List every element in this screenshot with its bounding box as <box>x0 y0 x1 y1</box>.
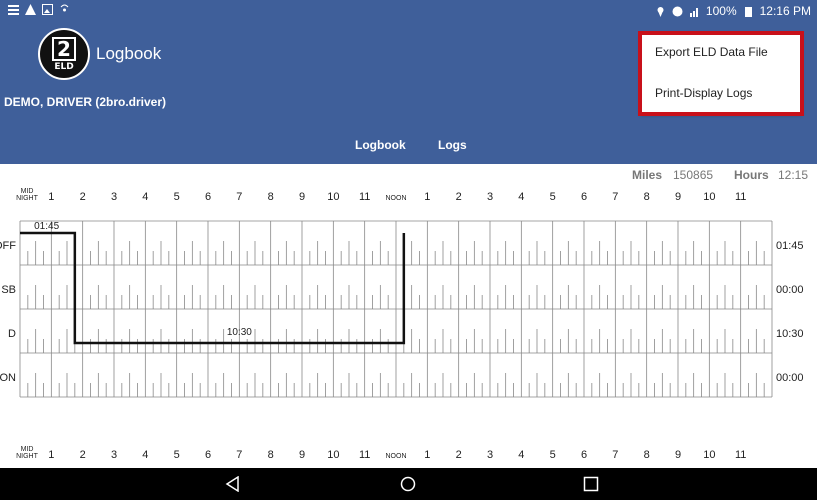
hour-label-top: 9 <box>299 191 305 203</box>
hour-label-top: 4 <box>518 191 524 203</box>
hour-label-top: 1 <box>424 191 430 203</box>
driver-name: DEMO, DRIVER (2bro.driver) <box>4 95 167 109</box>
hour-label-top: 5 <box>174 191 180 203</box>
row-total-d: 10:30 <box>776 328 804 340</box>
row-total-sb: 00:00 <box>776 284 804 296</box>
hour-label-bottom: 3 <box>111 449 117 460</box>
hour-label-bottom: 4 <box>518 449 524 460</box>
signal-icon <box>689 7 698 17</box>
row-label-sb: SB <box>1 284 16 296</box>
nav-bar <box>0 468 817 500</box>
tab-bar: Logbook Logs <box>0 132 817 166</box>
hour-label-bottom: 8 <box>268 449 274 460</box>
hour-label-bottom: 8 <box>644 449 650 460</box>
hour-label-top: 9 <box>675 191 681 203</box>
hour-label-top: 3 <box>111 191 117 203</box>
hours-value: 12:15 <box>778 168 809 182</box>
hour-label-top: NOON <box>386 195 407 202</box>
menu-highlight-box <box>638 31 804 116</box>
battery-icon <box>744 6 752 17</box>
hour-label-top: 1 <box>48 191 54 203</box>
back-icon[interactable] <box>225 476 241 492</box>
midnight-label-bottom-2: NIGHT <box>16 453 39 460</box>
warning-icon <box>25 4 36 15</box>
status-bar: 100% 12:16 PM <box>0 0 817 24</box>
midnight-label-top: MID <box>21 188 34 195</box>
menu-icon <box>8 5 19 15</box>
hour-label-top: 11 <box>359 191 370 203</box>
home-icon[interactable] <box>400 476 416 492</box>
log-grid: MIDNIGHT 1 2 3 4 5 6 7 8 9 10 11 NOON 1 2 3 4 5 6 7 8 9 10 11MI… <box>0 188 804 460</box>
sync-icon <box>672 6 683 16</box>
status-right: 100% 12:16 PM <box>655 4 811 18</box>
hour-label-bottom: 6 <box>581 449 587 460</box>
hour-label-bottom: 1 <box>424 449 430 460</box>
clock: 12:16 PM <box>759 4 811 18</box>
row-label-d: D <box>8 328 16 340</box>
midnight-label-top-2: NIGHT <box>16 195 39 202</box>
duration-label-d: 10:30 <box>227 327 252 338</box>
hour-label-top: 4 <box>142 191 148 203</box>
logo-eld: ELD <box>54 61 74 72</box>
hour-label-bottom: 9 <box>675 449 681 460</box>
hour-label-top: 10 <box>703 191 715 203</box>
recents-icon[interactable] <box>583 476 599 492</box>
hour-label-top: 8 <box>268 191 274 203</box>
hour-label-top: 7 <box>236 191 242 203</box>
hour-label-bottom: 6 <box>205 449 211 460</box>
image-icon <box>42 4 53 15</box>
hour-label-bottom: 9 <box>299 449 305 460</box>
hour-label-bottom: 5 <box>550 449 556 460</box>
hour-label-bottom: 11 <box>735 449 746 460</box>
hour-label-bottom: 5 <box>174 449 180 460</box>
tab-logbook[interactable]: Logbook <box>349 138 412 166</box>
screen: 100% 12:16 PM 2 ELD Logbook DEMO, DRIVER… <box>0 0 817 500</box>
hour-label-bottom: 3 <box>487 449 493 460</box>
hour-label-bottom: 2 <box>456 449 462 460</box>
hours-label: Hours <box>734 168 769 182</box>
hour-label-bottom: 7 <box>236 449 242 460</box>
row-total-off: 01:45 <box>776 240 804 252</box>
hour-label-top: 5 <box>550 191 556 203</box>
hour-label-top: 2 <box>80 191 86 203</box>
hour-label-bottom: 7 <box>612 449 618 460</box>
miles-value: 150865 <box>673 168 714 182</box>
row-total-on: 00:00 <box>776 372 804 384</box>
logo-number: 2 <box>52 36 76 61</box>
hour-label-bottom: 1 <box>48 449 54 460</box>
hour-label-top: 8 <box>644 191 650 203</box>
hotspot-icon <box>60 4 69 12</box>
hour-label-top: 6 <box>205 191 211 203</box>
miles-label: Miles <box>632 168 663 182</box>
hour-label-top: 6 <box>581 191 587 203</box>
row-label-off: OFF <box>0 240 16 252</box>
midnight-label-bottom: MID <box>21 446 34 453</box>
hour-label-bottom: 4 <box>142 449 148 460</box>
location-icon <box>657 6 664 17</box>
battery-percent: 100% <box>705 4 737 18</box>
hour-label-top: 3 <box>487 191 493 203</box>
hour-label-top: 10 <box>327 191 339 203</box>
hour-label-bottom: 2 <box>80 449 86 460</box>
stats-row: Miles 150865 Hours 12:15 <box>0 164 817 186</box>
row-label-on: ON <box>0 372 16 384</box>
hour-label-top: 2 <box>456 191 462 203</box>
app-logo: 2 ELD <box>38 28 90 80</box>
hour-label-top: 11 <box>735 191 746 203</box>
hour-label-bottom: 10 <box>703 449 715 460</box>
hour-label-bottom: 11 <box>359 449 370 460</box>
app-title: Logbook <box>96 44 162 63</box>
tab-logs[interactable]: Logs <box>438 138 467 152</box>
duration-label-off: 01:45 <box>34 221 59 232</box>
duty-status-line <box>20 231 406 345</box>
status-left <box>8 4 70 15</box>
hour-label-bottom: 10 <box>327 449 339 460</box>
hour-label-top: 7 <box>612 191 618 203</box>
hour-label-bottom: NOON <box>386 453 407 460</box>
